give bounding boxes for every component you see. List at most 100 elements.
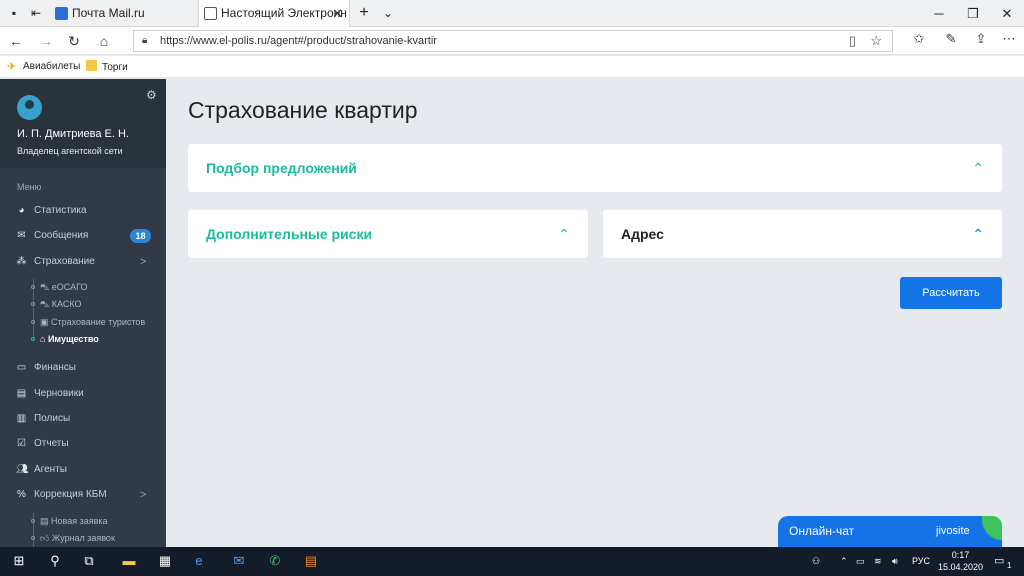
sidebar-item-agents[interactable]: 👥︎ Агенты (0, 461, 166, 479)
url-field[interactable]: 🔒︎ https://www.el-polis.ru/agent#/produc… (133, 30, 893, 52)
panel-address[interactable]: Адрес ⌃ (603, 210, 1002, 258)
reading-view-icon[interactable]: ▯ (849, 31, 856, 51)
battery-icon[interactable]: ▭ (856, 556, 865, 567)
file-icon: ▤ (16, 388, 27, 399)
clock-time: 0:17 (951, 550, 970, 560)
lock-icon: 🔒︎ (142, 35, 148, 46)
whatsapp-icon[interactable]: ✆ (266, 553, 284, 569)
task-view-icon[interactable]: ⧉ (80, 553, 98, 569)
store-icon[interactable]: ▦ (156, 553, 174, 569)
edge-icon[interactable]: e (190, 553, 208, 569)
panel-additional-risks[interactable]: Дополнительные риски ⌃ (188, 210, 588, 258)
sidebar-subitem-kasko[interactable]: ⛍ КАСКО (0, 297, 166, 311)
folder-icon (86, 60, 97, 71)
forward-icon[interactable]: → (36, 31, 56, 51)
favorite-torgi[interactable]: Торги (86, 60, 128, 75)
checklist-icon: ☑ (17, 438, 26, 449)
tab-mail[interactable]: Почта Mail.ru (50, 0, 196, 27)
more-icon[interactable]: ⋯ (1000, 31, 1018, 47)
minimize-icon[interactable]: ─ (922, 0, 956, 27)
avatar[interactable] (17, 95, 42, 120)
mail-ru-icon (55, 7, 68, 20)
sidebar-subitem-property[interactable]: ⌂ Имущество (0, 332, 166, 346)
star-icon[interactable]: ☆ (870, 31, 882, 51)
menu-header: Меню (17, 182, 42, 192)
plane-icon: ✈ (7, 61, 17, 73)
page-title: Страхование квартир (188, 97, 418, 123)
sidebar-item-policies[interactable]: ▥ Полисы (0, 410, 166, 428)
mail-icon[interactable]: ✉ (230, 553, 248, 569)
sidebar-item-finance[interactable]: ▭ Финансы (0, 359, 166, 377)
notifications-count: 1 (1007, 561, 1012, 570)
restore-icon[interactable]: ❐ (956, 0, 990, 27)
panel-risks-title: Дополнительные риски (206, 226, 373, 242)
money-icon: ▭ (16, 362, 27, 373)
sidebar-subitem-request-log[interactable]: 👍︎ Журнал заявок (0, 531, 166, 545)
back-icon[interactable]: ← (6, 31, 26, 51)
wifi-icon[interactable]: ≋ (874, 556, 882, 567)
sidebar-subitem-new-request[interactable]: ▤ Новая заявка (0, 514, 166, 528)
sidebar-item-messages[interactable]: ✉ Сообщения 18 (0, 227, 166, 245)
home-icon: ⌂ (40, 334, 48, 344)
people-icon[interactable]: ⚇ (812, 556, 820, 567)
online-chat-widget[interactable]: Онлайн-чат jivosite (778, 516, 1002, 547)
envelope-icon: ✉ (17, 230, 26, 241)
calculate-button[interactable]: Рассчитать (900, 277, 1002, 309)
panel-address-title: Адрес (621, 226, 664, 242)
sidebar-item-drafts[interactable]: ▤ Черновики (0, 385, 166, 403)
document-icon: ▥ (16, 413, 27, 424)
sidebar-subitem-tourists[interactable]: ▣ Страхование туристов (0, 315, 166, 329)
pen-icon[interactable]: ✎ (942, 31, 960, 47)
chevron-right-icon: > (140, 489, 147, 501)
set-aside-tabs-icon[interactable]: ⇤ (28, 6, 44, 20)
sidebar: ⚙ И. П. Дмитриева Е. Н. Владелец агентск… (0, 79, 166, 547)
clock[interactable]: 0:17 15.04.2020 (938, 549, 983, 573)
chat-brand: jivosite (936, 525, 970, 537)
favorites-icon[interactable]: ✩ (910, 31, 928, 47)
sidebar-item-statistics[interactable]: ◕ Статистика (0, 202, 166, 220)
sidebar-item-kbm[interactable]: % Коррекция КБМ > (0, 486, 166, 504)
refresh-icon[interactable]: ↻ (64, 31, 84, 51)
sidebar-item-insurance[interactable]: ⁂ Страхование > (0, 253, 166, 271)
chevron-up-icon[interactable]: ⌃ (972, 144, 984, 192)
new-tab-icon[interactable]: + (356, 5, 372, 21)
user-name: И. П. Дмитриева Е. Н. (17, 128, 129, 140)
messages-badge: 18 (130, 229, 151, 243)
chevron-up-icon[interactable]: ⌃ (558, 210, 570, 258)
gear-icon[interactable]: ⚙ (146, 88, 157, 102)
pie-chart-icon: ◕ (18, 205, 25, 216)
windows-start-icon[interactable]: ⊞ (10, 553, 28, 569)
tab-label: Почта Mail.ru (72, 6, 145, 20)
taskbar: ⊞ ⚲ ⧉ ▬ ▦ e ✉ ✆ ▤ ⚇ ⌃ ▭ ≋ 🔊︎ РУС 0:17 15… (0, 547, 1024, 576)
tab-label: Настоящий Электронн (221, 6, 347, 20)
cubes-icon: ⁂ (16, 256, 27, 267)
notifications-icon[interactable]: ▭ (994, 554, 1004, 567)
car-icon: ⛍ (40, 282, 52, 292)
volume-icon[interactable]: 🔊︎ (892, 556, 898, 567)
home-icon[interactable]: ⌂ (94, 31, 114, 51)
share-icon[interactable]: ⇪ (972, 31, 990, 47)
file-explorer-icon[interactable]: ▬ (120, 553, 138, 569)
search-icon[interactable]: ⚲ (46, 553, 64, 569)
favorites-bar: ✈ Авиабилеты Торги (0, 56, 1024, 78)
chevron-down-icon[interactable]: ⌄ (380, 6, 396, 20)
users-icon: 👥︎ (16, 464, 29, 475)
close-window-icon[interactable]: ✕ (990, 0, 1024, 27)
tab-actions-icon[interactable]: ▪ (6, 6, 22, 20)
sidebar-item-reports[interactable]: ☑ Отчеты (0, 435, 166, 453)
page-icon (204, 7, 217, 20)
sidebar-subitem-eosago[interactable]: ⛍ еОСАГО (0, 280, 166, 294)
chat-status-indicator (982, 516, 1002, 540)
favorite-avia[interactable]: ✈ Авиабилеты (7, 60, 80, 74)
chevron-up-icon[interactable]: ⌃ (972, 210, 984, 258)
close-tab-icon[interactable]: ✕ (332, 0, 343, 27)
document-app-icon[interactable]: ▤ (302, 553, 320, 569)
chevron-up-icon[interactable]: ⌃ (840, 556, 848, 567)
language-indicator[interactable]: РУС (912, 556, 930, 566)
panel-offers[interactable]: Подбор предложений ⌃ (188, 144, 1002, 192)
car-icon: ⛍ (40, 299, 52, 309)
address-bar-row: ← → ↻ ⌂ 🔒︎ https://www.el-polis.ru/agent… (0, 27, 1024, 55)
chat-label: Онлайн-чат (789, 524, 855, 538)
file-icon: ▤ (40, 516, 52, 526)
tab-active[interactable]: Настоящий Электронн ✕ (198, 0, 350, 27)
